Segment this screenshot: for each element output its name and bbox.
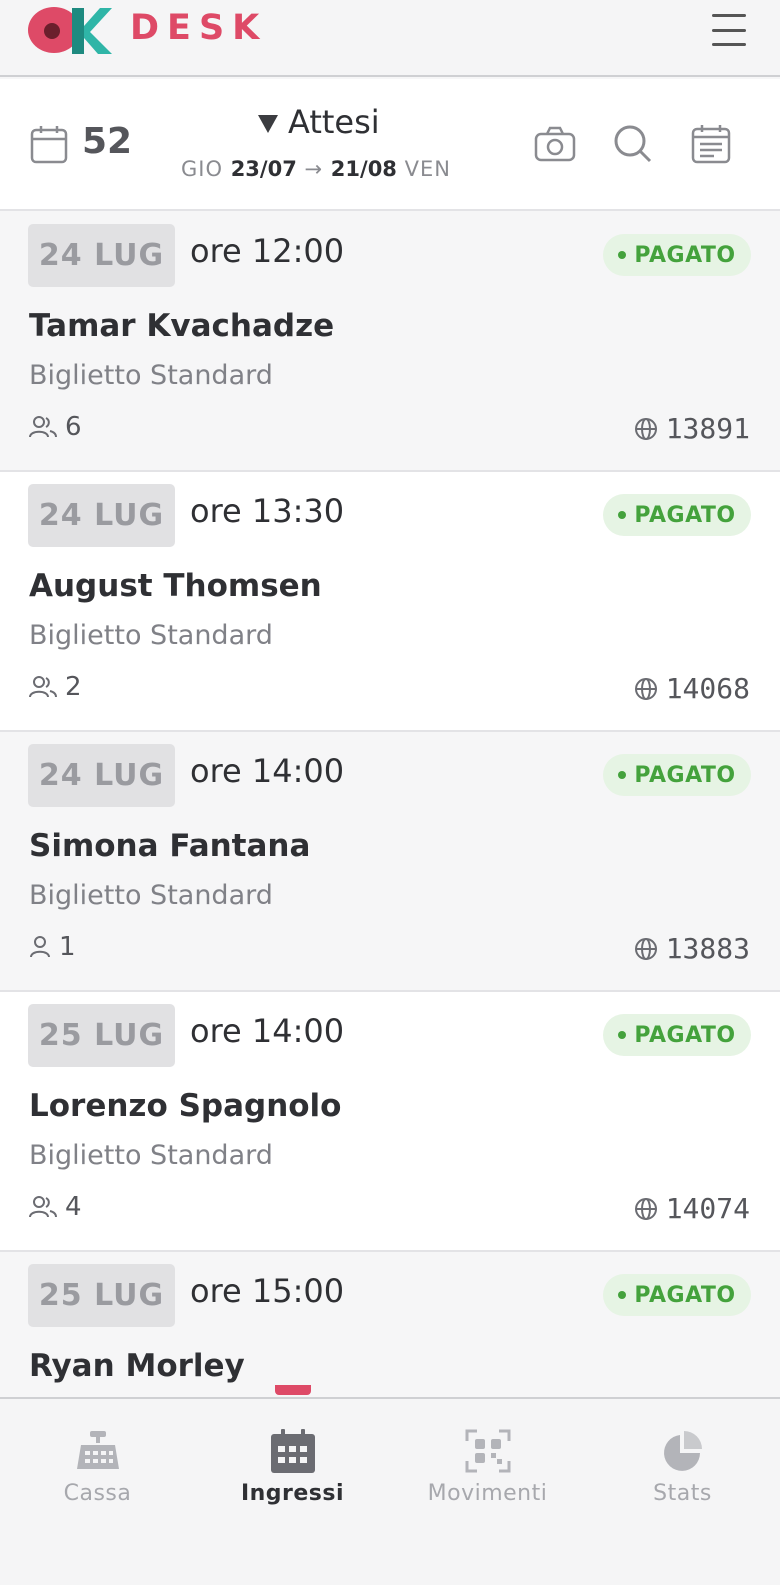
- range-end-date: 21/08: [330, 157, 397, 181]
- booking-date: 25 LUG: [28, 1004, 175, 1067]
- nav-label: Stats: [653, 1481, 712, 1506]
- booking-card[interactable]: 25 LUG ore 14:00 PAGATO Lorenzo Spagnolo…: [0, 992, 780, 1252]
- booking-time: ore 12:00: [190, 232, 345, 270]
- top-bar: DESK: [0, 0, 780, 77]
- ticket-type: Biglietto Standard: [29, 360, 273, 391]
- booking-time: ore 15:00: [190, 1272, 345, 1310]
- app-logo: [28, 7, 112, 54]
- order-number: 14074: [634, 1192, 750, 1225]
- globe-icon: [634, 937, 657, 960]
- people-count: 4: [29, 1192, 82, 1222]
- booking-card[interactable]: 25 LUG ore 15:00 PAGATO Ryan Morley: [0, 1252, 780, 1398]
- range-arrow: →: [304, 157, 324, 181]
- hamburger-menu-icon[interactable]: [712, 14, 746, 46]
- date-range[interactable]: GIO 23/07 → 21/08 VEN: [181, 157, 451, 181]
- booking-card[interactable]: 24 LUG ore 14:00 PAGATO Simona Fantana B…: [0, 732, 780, 992]
- status-badge: PAGATO: [603, 1014, 751, 1056]
- bottom-nav: Cassa Ingressi Movimenti Stats: [0, 1385, 780, 1585]
- customer-name: Simona Fantana: [29, 828, 311, 864]
- nav-label: Ingressi: [240, 1481, 345, 1506]
- booking-date: 24 LUG: [28, 224, 175, 287]
- summary-bar: 52 Attesi GIO 23/07 → 21/08 VEN: [0, 79, 780, 211]
- cash-register-icon: [76, 1431, 119, 1469]
- order-number: 13883: [634, 932, 750, 965]
- customer-name: August Thomsen: [29, 568, 322, 604]
- status-badge: PAGATO: [603, 234, 751, 276]
- filter-label: Attesi: [288, 103, 380, 141]
- group-icon: [29, 676, 57, 698]
- brand-name: DESK: [130, 8, 268, 48]
- nav-ingressi[interactable]: Ingressi: [195, 1399, 390, 1519]
- person-icon: [30, 936, 50, 958]
- nav-cassa[interactable]: Cassa: [0, 1399, 195, 1519]
- nav-label: Movimenti: [427, 1481, 548, 1506]
- people-count: 6: [29, 412, 82, 442]
- ticket-type: Biglietto Standard: [29, 620, 273, 651]
- booking-date: 25 LUG: [28, 1264, 175, 1327]
- people-count: 1: [29, 932, 76, 962]
- booking-card[interactable]: 24 LUG ore 13:30 PAGATO August Thomsen B…: [0, 472, 780, 732]
- status-badge: PAGATO: [603, 754, 751, 796]
- ticket-type: Biglietto Standard: [29, 880, 273, 911]
- globe-icon: [634, 1197, 657, 1220]
- calendar-list-icon[interactable]: [690, 123, 732, 165]
- booking-list[interactable]: 24 LUG ore 12:00 PAGATO Tamar Kvachadze …: [0, 212, 780, 1398]
- active-tab-indicator: [275, 1385, 311, 1395]
- range-start-date: 23/07: [230, 157, 297, 181]
- calendar-icon: [30, 126, 68, 164]
- globe-icon: [634, 417, 657, 440]
- status-badge: PAGATO: [603, 1274, 751, 1316]
- status-filter-dropdown[interactable]: Attesi: [258, 103, 380, 141]
- search-icon[interactable]: [612, 123, 654, 165]
- booking-date: 24 LUG: [28, 484, 175, 547]
- caret-down-icon: [258, 115, 278, 133]
- customer-name: Lorenzo Spagnolo: [29, 1088, 342, 1124]
- group-icon: [29, 416, 57, 438]
- calendar-icon: [270, 1429, 315, 1473]
- ticket-type: Biglietto Standard: [29, 1140, 273, 1171]
- booking-time: ore 13:30: [190, 492, 345, 530]
- customer-name: Tamar Kvachadze: [29, 308, 335, 344]
- order-number: 13891: [634, 412, 750, 445]
- booking-card[interactable]: 24 LUG ore 12:00 PAGATO Tamar Kvachadze …: [0, 212, 780, 472]
- nav-stats[interactable]: Stats: [585, 1399, 780, 1519]
- camera-icon[interactable]: [534, 123, 576, 165]
- people-count: 2: [29, 672, 82, 702]
- customer-name: Ryan Morley: [29, 1348, 245, 1384]
- nav-movimenti[interactable]: Movimenti: [390, 1399, 585, 1519]
- booking-time: ore 14:00: [190, 752, 345, 790]
- range-start-day: GIO: [181, 157, 223, 181]
- booking-date: 24 LUG: [28, 744, 175, 807]
- globe-icon: [634, 677, 657, 700]
- range-end-day: VEN: [404, 157, 451, 181]
- booking-time: ore 14:00: [190, 1012, 345, 1050]
- group-icon: [29, 1196, 57, 1218]
- pie-chart-icon: [663, 1431, 702, 1471]
- nav-label: Cassa: [63, 1481, 132, 1506]
- order-number: 14068: [634, 672, 750, 705]
- status-badge: PAGATO: [603, 494, 751, 536]
- qr-scan-icon: [465, 1429, 510, 1473]
- booking-count: 52: [82, 121, 133, 162]
